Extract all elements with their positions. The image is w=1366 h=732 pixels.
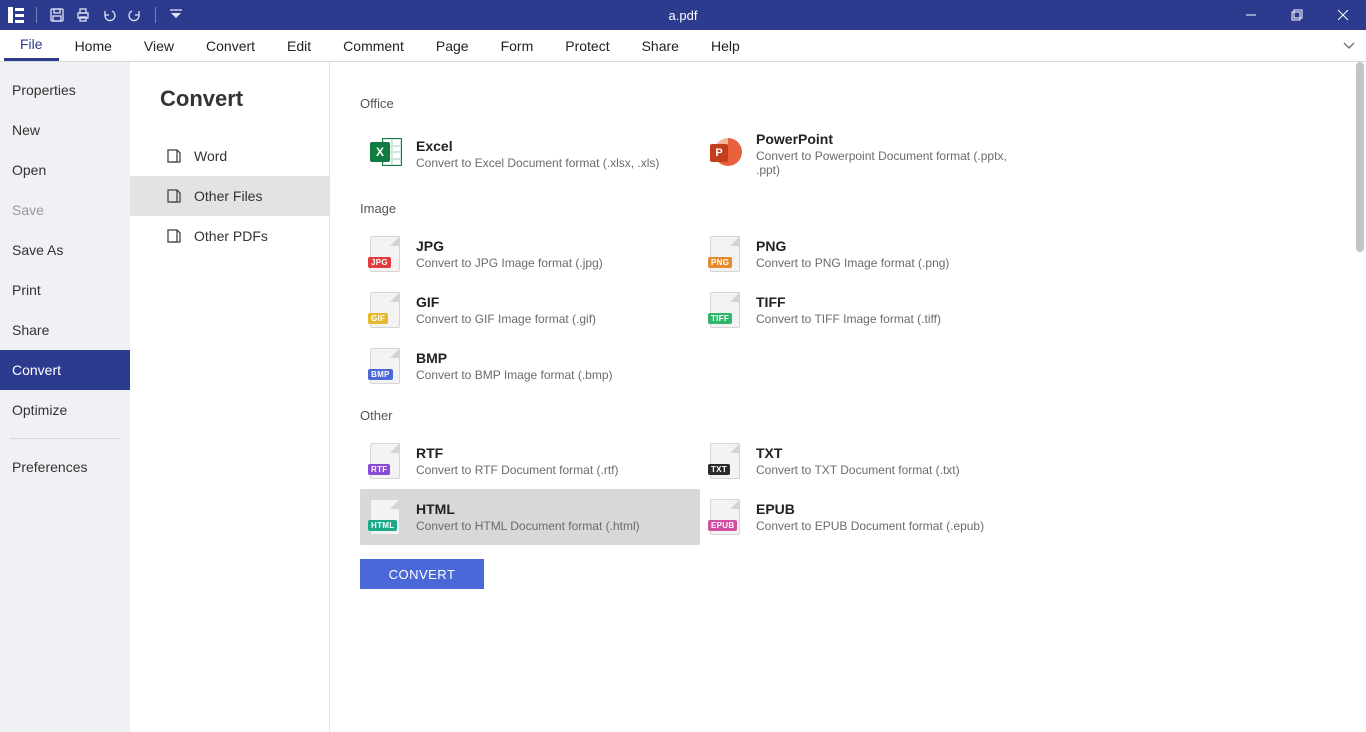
- option-desc: Convert to Powerpoint Document format (.…: [756, 149, 1030, 177]
- section-grid-office: X Excel Convert to Excel Document format (…: [360, 121, 1336, 187]
- section-grid-image: JPG JPG Convert to JPG Image format (.jpg)…: [360, 226, 1336, 394]
- option-title: TIFF: [756, 294, 941, 310]
- minimize-button[interactable]: [1228, 0, 1274, 30]
- png-file-icon: PNG: [710, 236, 740, 272]
- file-sidebar-convert[interactable]: Convert: [0, 350, 130, 390]
- file-sidebar-save-as[interactable]: Save As: [0, 230, 130, 270]
- undo-icon[interactable]: [101, 7, 117, 23]
- menu-bar: FileHomeViewConvertEditCommentPageFormPr…: [0, 30, 1366, 62]
- option-title: JPG: [416, 238, 603, 254]
- menu-form[interactable]: Form: [485, 30, 550, 61]
- option-desc: Convert to PNG Image format (.png): [756, 256, 949, 270]
- option-title: GIF: [416, 294, 596, 310]
- option-desc: Convert to EPUB Document format (.epub): [756, 519, 984, 533]
- section-label-image: Image: [360, 201, 1336, 216]
- option-title: PNG: [756, 238, 949, 254]
- menu-file[interactable]: File: [4, 30, 59, 61]
- convert-heading: Convert: [130, 82, 329, 136]
- menu-protect[interactable]: Protect: [549, 30, 625, 61]
- menu-share[interactable]: Share: [626, 30, 695, 61]
- convert-option-gif[interactable]: GIF GIF Convert to GIF Image format (.gif): [360, 282, 700, 338]
- powerpoint-icon: P: [710, 136, 742, 168]
- window-title: a.pdf: [0, 8, 1366, 23]
- app-logo-icon: [8, 7, 24, 23]
- convert-option-png[interactable]: PNG PNG Convert to PNG Image format (.png): [700, 226, 1040, 282]
- file-sidebar-optimize[interactable]: Optimize: [0, 390, 130, 430]
- convert-tab-other-files[interactable]: Other Files: [130, 176, 329, 216]
- option-desc: Convert to TXT Document format (.txt): [756, 463, 960, 477]
- convert-option-jpg[interactable]: JPG JPG Convert to JPG Image format (.jpg): [360, 226, 700, 282]
- convert-button[interactable]: CONVERT: [360, 559, 484, 589]
- option-title: EPUB: [756, 501, 984, 517]
- gif-file-icon: GIF: [370, 292, 400, 328]
- menu-convert[interactable]: Convert: [190, 30, 271, 61]
- convert-category-sidebar: Convert Word Other Files Other PDFs: [130, 62, 330, 732]
- section-label-office: Office: [360, 96, 1336, 111]
- redo-icon[interactable]: [127, 7, 143, 23]
- convert-option-txt[interactable]: TXT TXT Convert to TXT Document format (.t…: [700, 433, 1040, 489]
- html-file-icon: HTML: [370, 499, 400, 535]
- file-sidebar-share[interactable]: Share: [0, 310, 130, 350]
- bmp-file-icon: BMP: [370, 348, 400, 384]
- save-icon[interactable]: [49, 7, 65, 23]
- option-desc: Convert to GIF Image format (.gif): [416, 312, 596, 326]
- option-title: TXT: [756, 445, 960, 461]
- section-grid-other: RTF RTF Convert to RTF Document format (.r…: [360, 433, 1336, 545]
- convert-option-ppt[interactable]: P PowerPoint Convert to Powerpoint Documen…: [700, 121, 1040, 187]
- epub-file-icon: EPUB: [710, 499, 740, 535]
- option-desc: Convert to HTML Document format (.html): [416, 519, 640, 533]
- file-sidebar-new[interactable]: New: [0, 110, 130, 150]
- convert-tab-label: Word: [194, 148, 227, 164]
- txt-file-icon: TXT: [710, 443, 740, 479]
- menu-help[interactable]: Help: [695, 30, 756, 61]
- menu-view[interactable]: View: [128, 30, 190, 61]
- convert-option-epub[interactable]: EPUB EPUB Convert to EPUB Document format …: [700, 489, 1040, 545]
- file-sidebar-properties[interactable]: Properties: [0, 70, 130, 110]
- scrollbar[interactable]: [1354, 62, 1366, 732]
- excel-icon: X: [370, 136, 402, 168]
- option-title: HTML: [416, 501, 640, 517]
- file-sidebar-preferences[interactable]: Preferences: [0, 447, 130, 487]
- menu-edit[interactable]: Edit: [271, 30, 327, 61]
- convert-option-html[interactable]: HTML HTML Convert to HTML Document format …: [360, 489, 700, 545]
- convert-option-tiff[interactable]: TIFF TIFF Convert to TIFF Image format (.t…: [700, 282, 1040, 338]
- title-bar: a.pdf: [0, 0, 1366, 30]
- convert-main-panel: Office X Excel Convert to Excel Document fo…: [330, 62, 1366, 732]
- file-sidebar-print[interactable]: Print: [0, 270, 130, 310]
- convert-tab-label: Other PDFs: [194, 228, 268, 244]
- file-sidebar: PropertiesNewOpenSaveSave AsPrintShareCo…: [0, 62, 130, 732]
- tiff-file-icon: TIFF: [710, 292, 740, 328]
- option-desc: Convert to TIFF Image format (.tiff): [756, 312, 941, 326]
- convert-option-bmp[interactable]: BMP BMP Convert to BMP Image format (.bmp): [360, 338, 700, 394]
- convert-tab-label: Other Files: [194, 188, 262, 204]
- option-desc: Convert to Excel Document format (.xlsx,…: [416, 156, 659, 170]
- menu-page[interactable]: Page: [420, 30, 485, 61]
- print-icon[interactable]: [75, 7, 91, 23]
- jpg-file-icon: JPG: [370, 236, 400, 272]
- collapse-ribbon-icon[interactable]: [1342, 38, 1356, 57]
- option-desc: Convert to BMP Image format (.bmp): [416, 368, 613, 382]
- option-title: BMP: [416, 350, 613, 366]
- menu-home[interactable]: Home: [59, 30, 128, 61]
- customize-qat-icon[interactable]: [168, 7, 184, 23]
- maximize-button[interactable]: [1274, 0, 1320, 30]
- quick-access-toolbar: [0, 7, 184, 23]
- convert-option-rtf[interactable]: RTF RTF Convert to RTF Document format (.r…: [360, 433, 700, 489]
- convert-tab-other-pdfs[interactable]: Other PDFs: [130, 216, 329, 256]
- option-title: PowerPoint: [756, 131, 1030, 147]
- rtf-file-icon: RTF: [370, 443, 400, 479]
- sidebar-separator: [10, 438, 120, 439]
- menu-comment[interactable]: Comment: [327, 30, 420, 61]
- section-label-other: Other: [360, 408, 1336, 423]
- option-title: Excel: [416, 138, 659, 154]
- option-desc: Convert to RTF Document format (.rtf): [416, 463, 619, 477]
- option-title: RTF: [416, 445, 619, 461]
- convert-option-excel[interactable]: X Excel Convert to Excel Document format (…: [360, 121, 700, 187]
- option-desc: Convert to JPG Image format (.jpg): [416, 256, 603, 270]
- convert-tab-word[interactable]: Word: [130, 136, 329, 176]
- file-sidebar-open[interactable]: Open: [0, 150, 130, 190]
- close-button[interactable]: [1320, 0, 1366, 30]
- file-sidebar-save: Save: [0, 190, 130, 230]
